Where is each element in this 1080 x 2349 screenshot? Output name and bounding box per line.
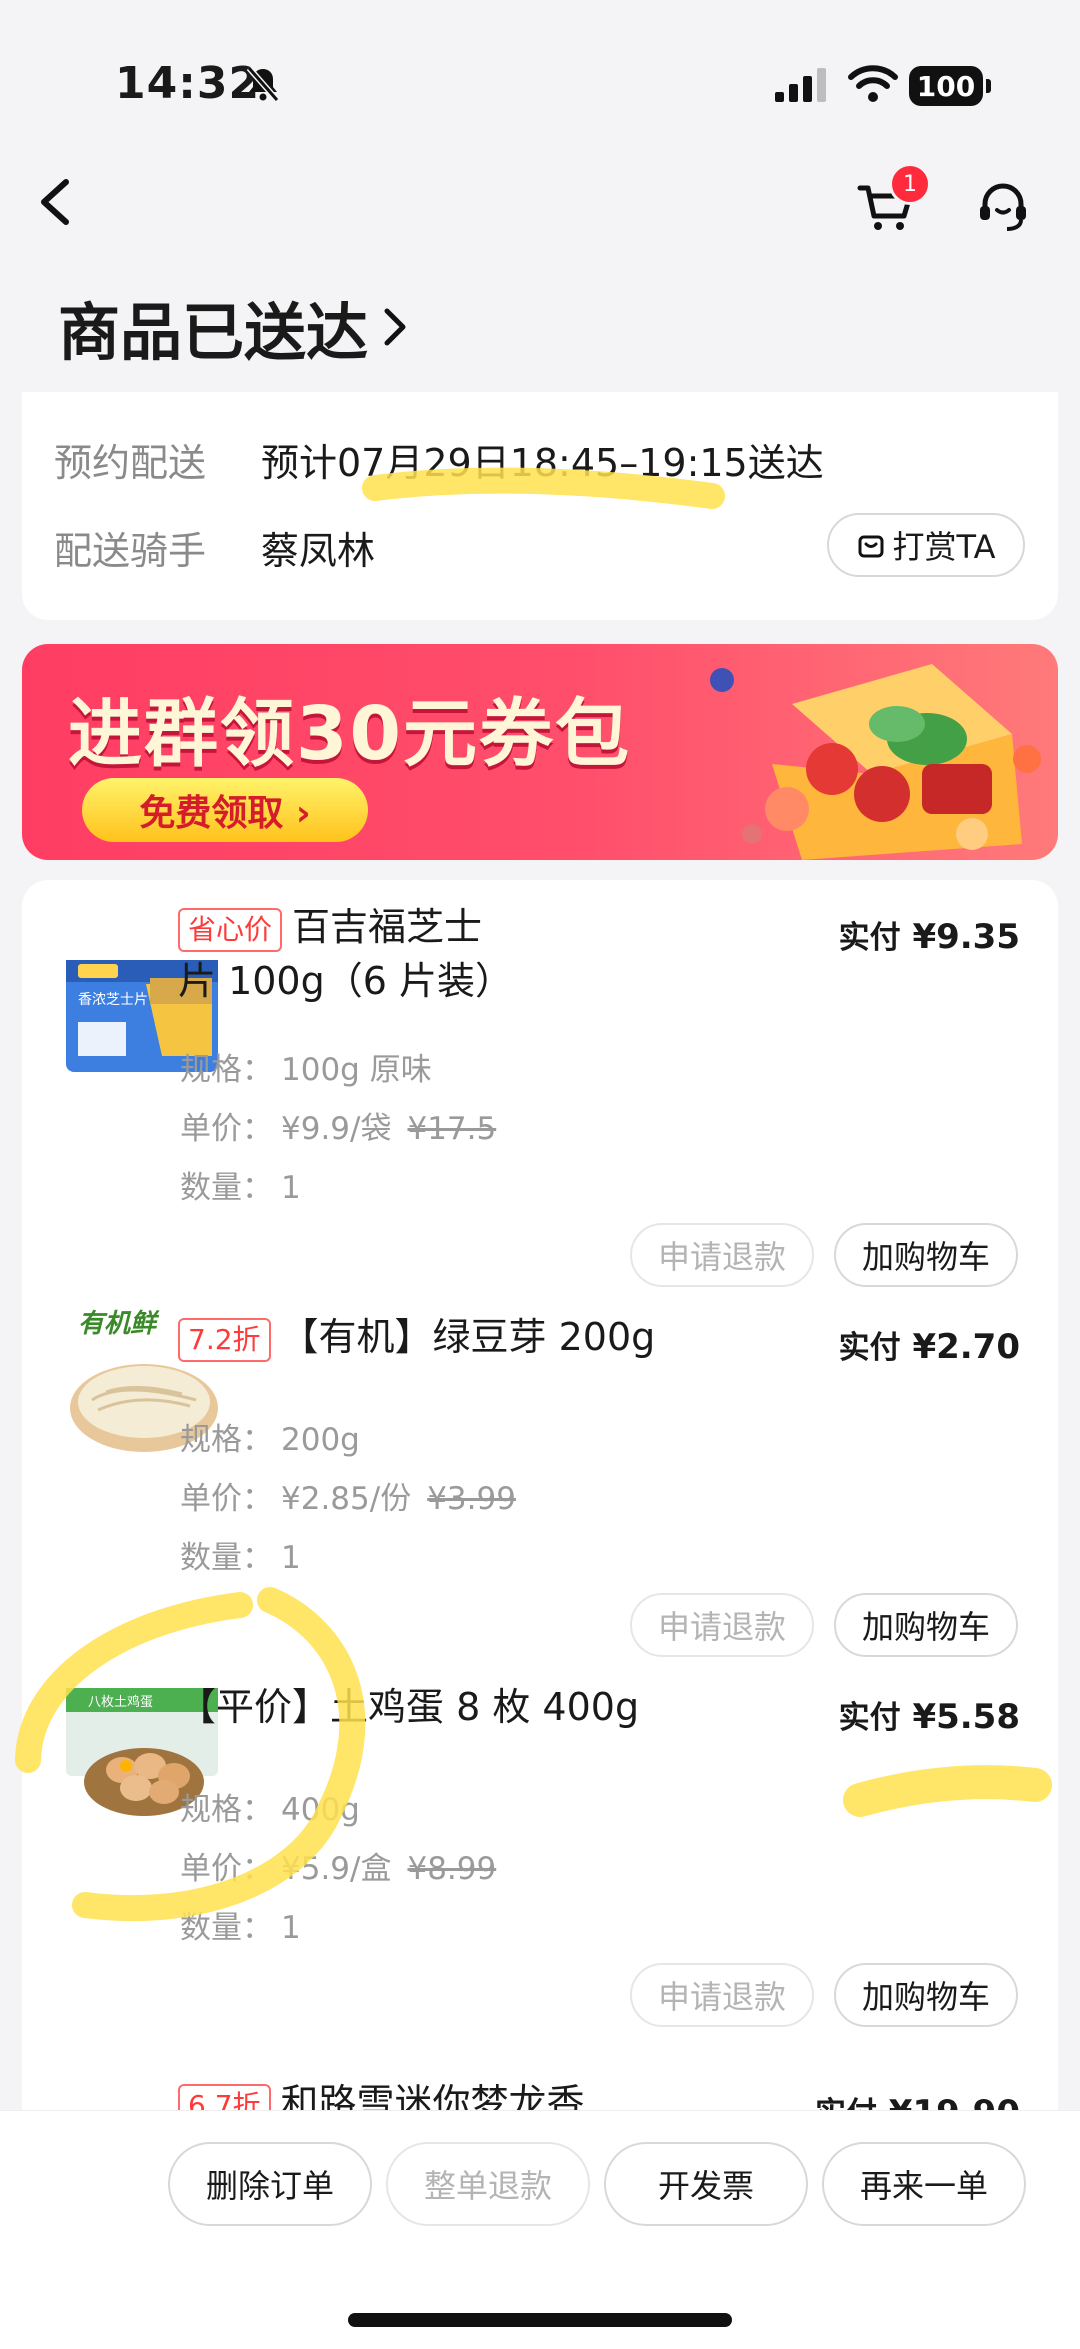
qty-label: 数量： <box>180 1910 273 1946</box>
cart-count-badge: 1 <box>889 163 931 205</box>
product-name-wrap: 7.2折 【有机】绿豆芽 200g <box>178 1310 738 1364</box>
paid-amount: ¥9.35 <box>912 917 1020 957</box>
unit-price-value: ¥9.9/袋 <box>281 1111 392 1147</box>
product-paid: 实付 ¥5.58 <box>839 1692 1020 1737</box>
add-to-cart-button[interactable]: 加购物车 <box>834 1963 1018 2027</box>
product-tag: 省心价 <box>178 907 283 952</box>
order-status-text: 商品已送达 <box>58 296 369 369</box>
product-qty: 数量： 1 <box>180 1532 301 1577</box>
unit-price-value: ¥5.9/盒 <box>281 1851 392 1887</box>
paid-label: 实付 <box>838 1330 901 1366</box>
schedule-label: 预约配送 <box>54 441 207 485</box>
tip-rider-button[interactable]: 打赏TA <box>827 513 1025 577</box>
wifi-icon <box>848 65 898 102</box>
paid-amount: ¥2.70 <box>912 1327 1020 1367</box>
delete-order-button[interactable]: 删除订单 <box>168 2142 372 2226</box>
product-name-wrap: 省心价 百吉福芝士片 100g（6 片装） <box>178 900 518 1008</box>
add-to-cart-button[interactable]: 加购物车 <box>834 1593 1018 1657</box>
battery-indicator: 100 <box>909 66 991 106</box>
refund-all-button[interactable]: 整单退款 <box>386 2142 590 2226</box>
issue-invoice-button[interactable]: 开发票 <box>604 2142 808 2226</box>
qty-value: 1 <box>281 1540 301 1576</box>
product-unit-price: 单价： ¥2.85/份 ¥3.99 <box>180 1473 516 1518</box>
product-thumb-label: 香浓芝士片 <box>78 991 148 1007</box>
paid-label: 实付 <box>838 1700 901 1736</box>
product-tag: 7.2折 <box>178 1317 271 1362</box>
original-price: ¥17.5 <box>407 1111 497 1147</box>
product-spec: 规格： 100g 原味 <box>180 1044 432 1089</box>
qty-label: 数量： <box>180 1540 273 1576</box>
rider-name: 蔡凤林 <box>261 529 376 573</box>
product-spec: 规格： 200g <box>180 1414 360 1459</box>
customer-service-icon[interactable] <box>975 178 1031 234</box>
bell-off-icon <box>246 66 280 102</box>
spec-value: 200g <box>281 1422 360 1458</box>
qty-value: 1 <box>281 1170 301 1206</box>
paid-label: 实付 <box>838 920 901 956</box>
refund-request-button[interactable]: 申请退款 <box>630 1593 814 1657</box>
product-name-wrap: 【平价】土鸡蛋 8 枚 400g <box>178 1680 738 1734</box>
promo-banner[interactable]: 进群领30元券包 免费领取 › <box>22 644 1058 860</box>
add-to-cart-button[interactable]: 加购物车 <box>834 1223 1018 1287</box>
product-paid: 实付 ¥2.70 <box>839 1322 1020 1367</box>
unit-price-label: 单价： <box>180 1481 273 1517</box>
tip-rider-label: 打赏TA <box>892 528 996 566</box>
home-indicator <box>348 2313 732 2327</box>
product-name: 【有机】绿豆芽 200g <box>280 1315 656 1359</box>
product-spec: 规格： 400g <box>180 1784 360 1829</box>
unit-price-value: ¥2.85/份 <box>281 1481 412 1517</box>
product-qty: 数量： 1 <box>180 1902 301 1947</box>
chevron-right-icon <box>384 308 406 346</box>
product-thumb-label: 有机鲜 <box>78 1309 160 1338</box>
promo-banner-title: 进群领30元券包 <box>68 691 631 777</box>
spec-label: 规格： <box>180 1792 273 1828</box>
product-thumb-label: 八枚土鸡蛋 <box>88 1694 153 1709</box>
status-time: 14:32 <box>115 58 261 109</box>
product-qty: 数量： 1 <box>180 1162 301 1207</box>
product-unit-price: 单价： ¥9.9/袋 ¥17.5 <box>180 1103 496 1148</box>
product-name: 【平价】土鸡蛋 8 枚 400g <box>178 1685 640 1729</box>
original-price: ¥3.99 <box>427 1481 516 1517</box>
rider-label: 配送骑手 <box>54 529 207 573</box>
reorder-button[interactable]: 再来一单 <box>822 2142 1026 2226</box>
qty-label: 数量： <box>180 1170 273 1206</box>
refund-request-button[interactable]: 申请退款 <box>630 1223 814 1287</box>
spec-value: 400g <box>281 1792 360 1828</box>
promo-claim-button[interactable]: 免费领取 › <box>82 778 368 842</box>
spec-label: 规格： <box>180 1052 273 1088</box>
spec-value: 100g 原味 <box>281 1052 432 1088</box>
product-unit-price: 单价： ¥5.9/盒 ¥8.99 <box>180 1843 496 1888</box>
unit-price-label: 单价： <box>180 1851 273 1887</box>
order-status-title[interactable]: 商品已送达 <box>58 282 408 372</box>
unit-price-label: 单价： <box>180 1111 273 1147</box>
schedule-value: 预计07月29日18:45–19:15送达 <box>261 441 824 485</box>
refund-request-button[interactable]: 申请退款 <box>630 1963 814 2027</box>
gift-icon <box>858 535 884 558</box>
back-arrow-icon[interactable] <box>34 176 76 228</box>
qty-value: 1 <box>281 1910 301 1946</box>
gift-box-illustration <box>710 664 1041 860</box>
product-paid: 实付 ¥9.35 <box>839 912 1020 957</box>
paid-amount: ¥5.58 <box>912 1697 1020 1737</box>
products-card: 香浓芝士片 省心价 百吉福芝士片 100g（6 片装） 实付 ¥9.35 规格： 1… <box>22 880 1058 2120</box>
cellular-signal-icon <box>775 68 826 102</box>
spec-label: 规格： <box>180 1422 273 1458</box>
delivery-info-card <box>22 392 1058 620</box>
original-price: ¥8.99 <box>407 1851 497 1887</box>
